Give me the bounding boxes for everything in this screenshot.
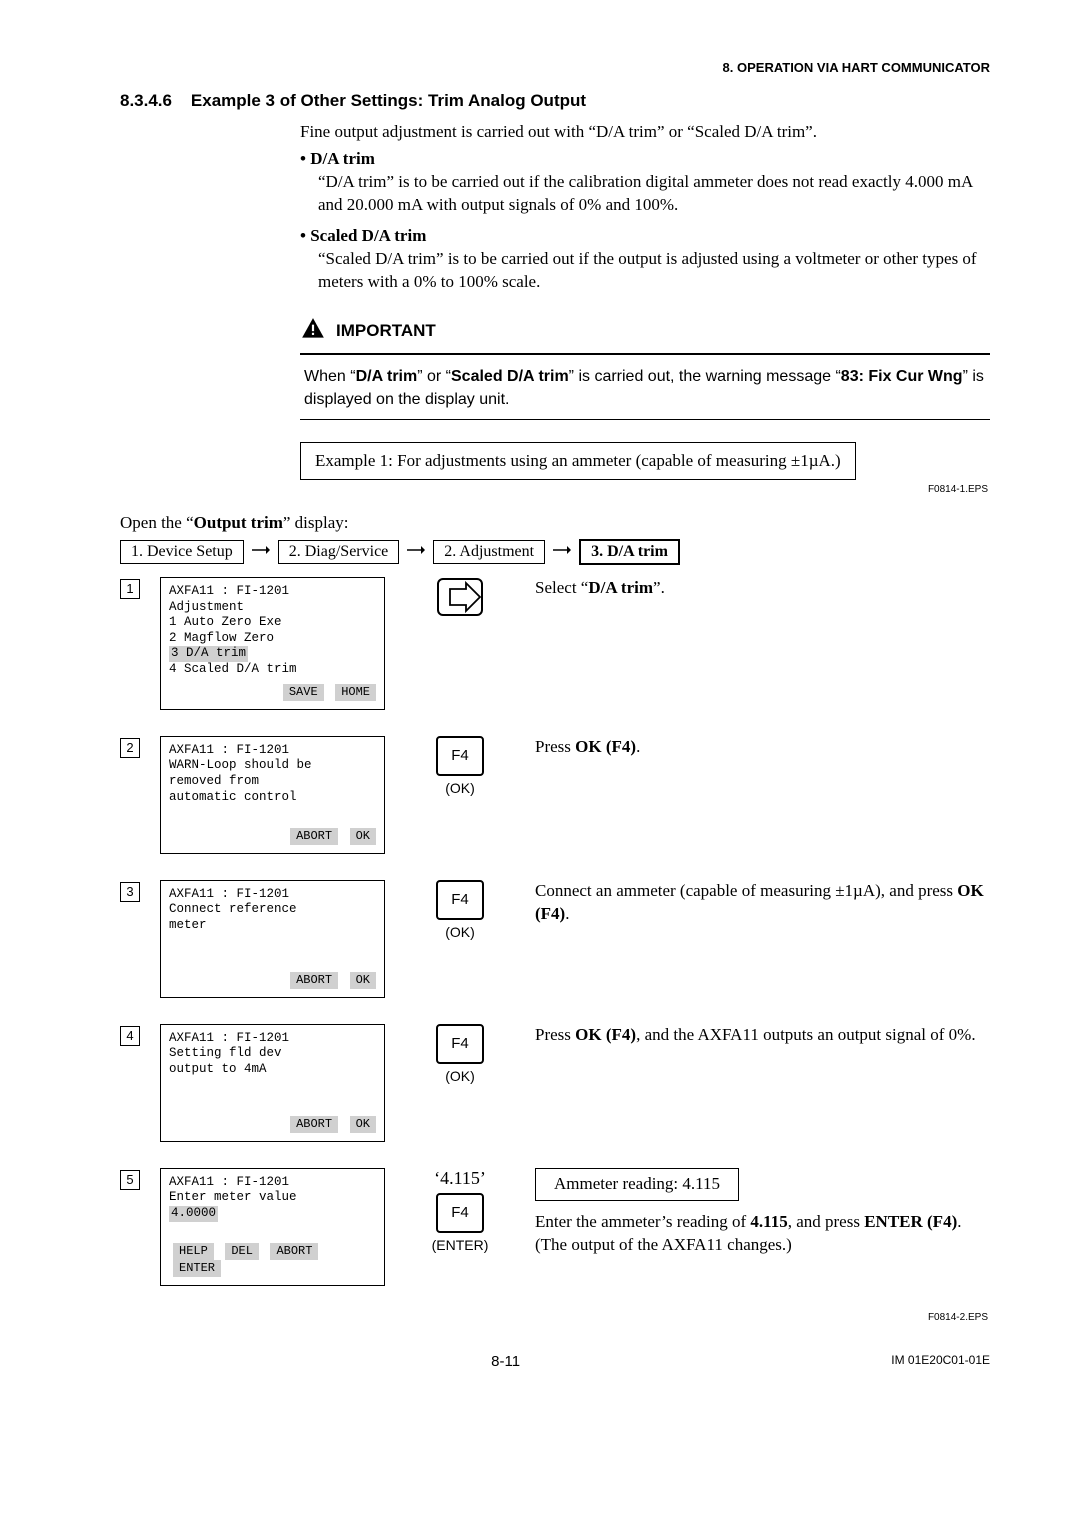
f4-key[interactable]: F4 [436, 880, 484, 920]
step-number: 1 [120, 579, 140, 599]
key-label: (OK) [445, 1068, 475, 1084]
softkey[interactable]: OK [350, 1116, 376, 1133]
hart-screen: AXFA11 : FI-1201 Setting fld dev output … [160, 1024, 385, 1142]
right-arrow-key-icon [436, 577, 484, 622]
softkey[interactable]: ABORT [290, 972, 338, 989]
step-row-5: 5 AXFA11 : FI-1201 Enter meter value 4.0… [120, 1168, 990, 1286]
crumb-3: 2. Adjustment [433, 540, 545, 564]
step-number: 5 [120, 1170, 140, 1190]
crumb-2: 2. Diag/Service [278, 540, 400, 564]
eps-label-1: F0814-1.EPS [120, 484, 988, 495]
entered-value: 4.0000 [169, 1206, 218, 1222]
step-description: Select “D/A trim”. [535, 577, 990, 600]
bullet1-body: “D/A trim” is to be carried out if the c… [318, 171, 990, 217]
key-label: (OK) [445, 924, 475, 940]
softkey[interactable]: SAVE [283, 684, 324, 701]
important-body: When “D/A trim” or “Scaled D/A trim” is … [300, 355, 990, 420]
hart-screen: AXFA11 : FI-1201 Adjustment 1 Auto Zero … [160, 577, 385, 710]
page-number: 8-11 [120, 1353, 891, 1370]
step-number: 4 [120, 1026, 140, 1046]
chapter-header: 8. OPERATION VIA HART COMMUNICATOR [120, 60, 990, 75]
page-footer: 8-11 IM 01E20C01-01E [120, 1353, 990, 1370]
bullet2-title: Scaled D/A trim [300, 225, 990, 248]
important-block: IMPORTANT When “D/A trim” or “Scaled D/A… [300, 316, 990, 420]
f4-key[interactable]: F4 [436, 1024, 484, 1064]
step-row-1: 1 AXFA11 : FI-1201 Adjustment 1 Auto Zer… [120, 577, 990, 710]
crumb-4: 3. D/A trim [579, 539, 680, 565]
step-row-4: 4 AXFA11 : FI-1201 Setting fld dev outpu… [120, 1024, 990, 1142]
warning-icon [300, 316, 326, 347]
key-label: (OK) [445, 780, 475, 796]
softkey[interactable]: HOME [335, 684, 376, 701]
step-description: Connect an ammeter (capable of measuring… [535, 880, 990, 926]
document-id: IM 01E20C01-01E [891, 1353, 990, 1370]
softkey[interactable]: OK [350, 828, 376, 845]
step-description: Press OK (F4). [535, 736, 990, 759]
ammeter-reading-box: Ammeter reading: 4.115 [535, 1168, 739, 1201]
section-number: 8.3.4.6 [120, 91, 172, 110]
arrow-icon [252, 543, 270, 561]
hart-screen: AXFA11 : FI-1201 WARN-Loop should be rem… [160, 736, 385, 854]
bullet2-body: “Scaled D/A trim” is to be carried out i… [318, 248, 990, 294]
hart-screen: AXFA11 : FI-1201 Connect reference meter… [160, 880, 385, 998]
step-row-2: 2 AXFA11 : FI-1201 WARN-Loop should be r… [120, 736, 990, 854]
typed-value: ‘4.115’ [434, 1168, 486, 1189]
step-number: 2 [120, 738, 140, 758]
crumb-1: 1. Device Setup [120, 540, 244, 564]
softkey[interactable]: ENTER [173, 1260, 221, 1277]
softkey[interactable]: OK [350, 972, 376, 989]
eps-label-2: F0814-2.EPS [120, 1312, 988, 1323]
softkey[interactable]: DEL [225, 1243, 259, 1260]
important-label: IMPORTANT [336, 321, 436, 341]
selected-menu-item: 3 D/A trim [169, 646, 248, 662]
f4-key[interactable]: F4 [436, 1193, 484, 1233]
softkey[interactable]: ABORT [270, 1243, 318, 1260]
arrow-icon [407, 543, 425, 561]
softkey[interactable]: ABORT [290, 1116, 338, 1133]
section-title: Example 3 of Other Settings: Trim Analog… [191, 91, 586, 110]
key-label: (ENTER) [432, 1237, 489, 1253]
f4-key[interactable]: F4 [436, 736, 484, 776]
step-number: 3 [120, 882, 140, 902]
section-heading: 8.3.4.6 Example 3 of Other Settings: Tri… [120, 91, 990, 111]
softkey[interactable]: HELP [173, 1243, 214, 1260]
open-display-line: Open the “Output trim” display: [120, 513, 990, 533]
arrow-icon [553, 543, 571, 561]
bullet1-title: D/A trim [300, 148, 990, 171]
step-row-3: 3 AXFA11 : FI-1201 Connect reference met… [120, 880, 990, 998]
step-description: Press OK (F4), and the AXFA11 outputs an… [535, 1024, 990, 1047]
intro-text: Fine output adjustment is carried out wi… [300, 121, 990, 144]
example-box: Example 1: For adjustments using an amme… [300, 442, 856, 480]
softkey[interactable]: ABORT [290, 828, 338, 845]
step-description: Ammeter reading: 4.115 Enter the ammeter… [535, 1168, 990, 1257]
breadcrumb: 1. Device Setup 2. Diag/Service 2. Adjus… [120, 539, 990, 565]
hart-screen: AXFA11 : FI-1201 Enter meter value 4.000… [160, 1168, 385, 1286]
